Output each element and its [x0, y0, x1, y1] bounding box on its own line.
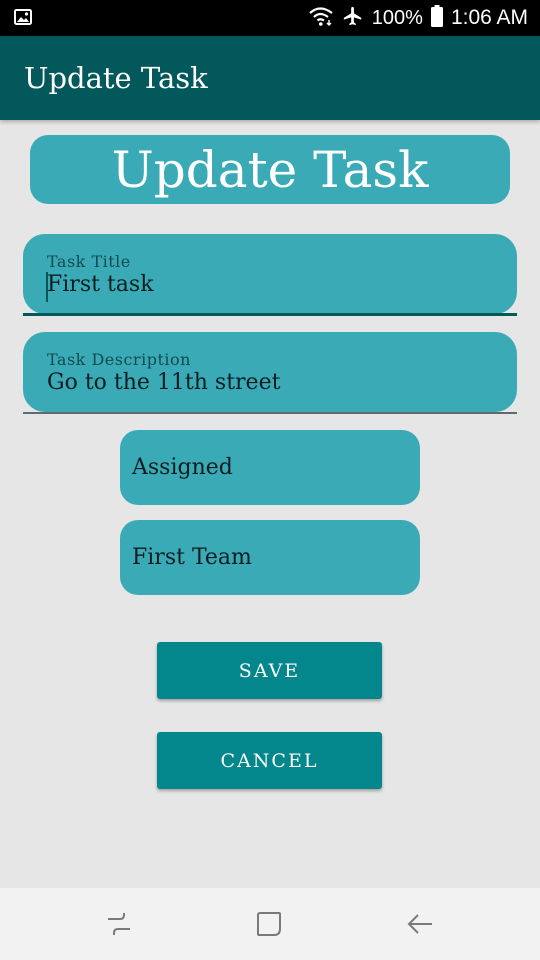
task-title-field[interactable]: Task Title First task — [23, 234, 517, 314]
task-description-label: Task Description — [47, 350, 191, 369]
task-description-field[interactable]: Task Description Go to the 11th street — [23, 332, 517, 412]
image-icon — [14, 9, 32, 30]
home-button[interactable] — [224, 888, 314, 960]
app-bar: Update Task — [0, 36, 540, 120]
page-title: Update Task — [111, 140, 429, 199]
recent-apps-button[interactable] — [74, 888, 164, 960]
status-bar: 100% 1:06 AM — [0, 0, 540, 36]
back-button[interactable] — [375, 888, 465, 960]
cancel-button[interactable]: CANCEL — [157, 732, 382, 789]
status-select[interactable]: Assigned — [120, 430, 420, 505]
app-bar-title: Update Task — [24, 61, 208, 95]
home-icon — [257, 912, 281, 936]
clock: 1:06 AM — [450, 6, 528, 29]
battery-percentage: 100% — [371, 7, 423, 29]
wifi-icon — [308, 6, 334, 31]
team-select[interactable]: First Team — [120, 520, 420, 595]
task-description-underline — [23, 412, 517, 414]
battery-icon — [430, 4, 443, 32]
navigation-bar — [0, 888, 540, 960]
status-select-value: Assigned — [132, 455, 233, 480]
save-button[interactable]: SAVE — [157, 642, 382, 699]
recent-apps-icon — [108, 913, 130, 935]
task-title-label: Task Title — [47, 252, 131, 271]
task-title-input[interactable]: First task — [47, 272, 154, 297]
back-icon — [407, 914, 432, 934]
airplane-icon — [342, 5, 364, 32]
task-description-input[interactable]: Go to the 11th street — [47, 370, 280, 395]
header-card: Update Task — [30, 135, 510, 204]
task-title-underline — [23, 313, 517, 316]
team-select-value: First Team — [132, 545, 252, 570]
